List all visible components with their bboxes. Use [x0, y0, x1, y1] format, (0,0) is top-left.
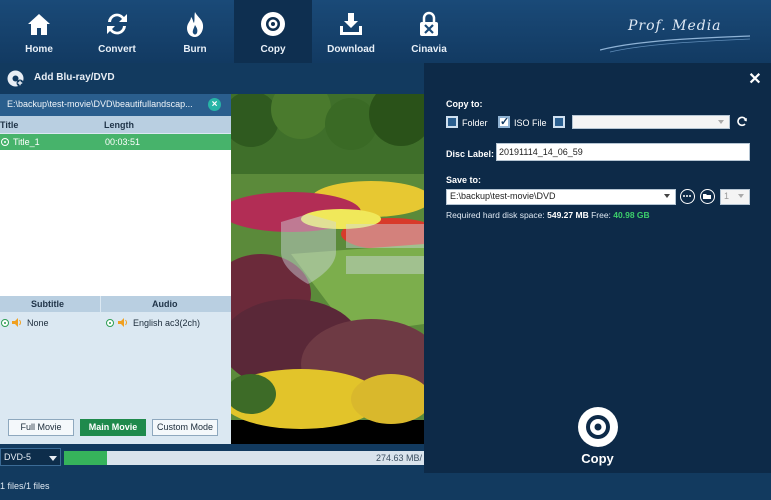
column-title: Title	[0, 120, 19, 130]
files-count: 1 files/1 files	[0, 481, 50, 491]
copies-value: 1	[724, 191, 730, 201]
chevron-down-icon	[664, 194, 670, 198]
nav-home[interactable]: Home	[0, 0, 78, 63]
titles-list-area	[0, 150, 231, 296]
nav-cinavia[interactable]: Cinavia	[390, 0, 468, 63]
audio-header: Audio	[152, 299, 178, 309]
column-divider	[100, 296, 101, 312]
iso-file-checkbox[interactable]	[498, 115, 510, 128]
audio-value: English ac3(2ch)	[133, 318, 201, 328]
top-navigation: Home Convert Burn Copy Download Cinavia …	[0, 0, 771, 63]
output-bar: DVD-5 274.63 MB/	[0, 444, 424, 473]
source-path: E:\backup\test-movie\DVD\beautifullandsc…	[7, 99, 193, 109]
source-path-bar: E:\backup\test-movie\DVD\beautifullandsc…	[0, 94, 231, 116]
brand-text: Prof. Media	[628, 18, 722, 34]
refresh-icon[interactable]	[736, 116, 748, 128]
free-space-value: 40.98 GB	[613, 210, 650, 220]
disk-space-prefix: Required hard disk space:	[446, 210, 548, 220]
speaker-icon	[12, 318, 21, 327]
video-preview	[231, 94, 424, 444]
nav-label: Burn	[183, 44, 207, 55]
iso-file-label: ISO File	[514, 118, 547, 128]
cinavia-icon	[420, 11, 438, 36]
add-disc-icon[interactable]	[7, 70, 24, 87]
free-prefix: Free:	[588, 210, 614, 220]
main-movie-button[interactable]: Main Movie	[80, 419, 146, 436]
radio-selected-icon[interactable]	[1, 138, 9, 146]
nav-label: Cinavia	[411, 44, 447, 55]
disc-capacity-bar: 274.63 MB/	[64, 451, 424, 465]
tracks-header: Subtitle Audio	[0, 296, 231, 312]
copies-select[interactable]: 1	[720, 189, 750, 205]
copy-button[interactable]: Copy	[424, 451, 771, 466]
nav-download[interactable]: Download	[312, 0, 390, 63]
status-bar: 1 files/1 files	[0, 473, 771, 500]
close-icon[interactable]: ✕	[748, 72, 762, 88]
nav-label: Download	[327, 44, 375, 55]
nav-label: Copy	[260, 44, 286, 55]
save-to-label: Save to:	[446, 175, 482, 185]
home-icon	[28, 14, 50, 35]
remove-source-icon[interactable]: ×	[208, 98, 221, 111]
folder-icon	[703, 194, 711, 199]
folder-label: Folder	[462, 118, 488, 128]
disc-label-input[interactable]: 20191114_14_06_59	[496, 143, 750, 161]
copy-settings-dialog: ✕ Copy to: Folder ISO File Disc Label: 2…	[424, 63, 771, 473]
target-disc-select[interactable]	[572, 115, 730, 129]
burn-icon	[187, 12, 204, 37]
save-path-select[interactable]: E:\backup\test-movie\DVD	[446, 189, 676, 205]
add-bluray-dvd-button[interactable]: Add Blu-ray/DVD	[34, 72, 115, 83]
disc-type-select[interactable]: DVD-5	[0, 448, 61, 466]
download-icon	[340, 13, 362, 35]
row-length: 00:03:51	[105, 137, 141, 147]
chevron-down-icon	[718, 120, 724, 124]
title-panel: E:\backup\test-movie\DVD\beautifullandsc…	[0, 94, 231, 444]
radio-selected-icon[interactable]	[1, 319, 9, 327]
chevron-down-icon	[49, 456, 57, 461]
copy-disc-icon	[261, 12, 285, 36]
nav-copy[interactable]: Copy	[234, 0, 312, 63]
titles-table-header: Title Length	[0, 116, 231, 133]
garden-preview-image	[231, 94, 424, 444]
nav-convert[interactable]: Convert	[78, 0, 156, 63]
folder-checkbox[interactable]	[446, 116, 458, 128]
capacity-size: 274.63 MB/	[375, 453, 422, 463]
nav-burn[interactable]: Burn	[156, 0, 234, 63]
copy-disc-icon[interactable]	[576, 405, 620, 449]
disc-type-value: DVD-5	[4, 452, 32, 462]
column-length: Length	[104, 120, 134, 130]
disc-checkbox[interactable]	[553, 116, 565, 128]
disk-space-info: Required hard disk space: 549.27 MB Free…	[446, 210, 650, 220]
open-folder-icon[interactable]	[700, 189, 715, 204]
nav-label: Home	[25, 44, 53, 55]
table-row[interactable]: Title_1 00:03:51	[0, 134, 231, 150]
capacity-fill	[64, 451, 108, 465]
custom-mode-button[interactable]: Custom Mode	[152, 419, 218, 436]
chevron-down-icon	[738, 194, 744, 198]
save-path-value: E:\backup\test-movie\DVD	[450, 191, 556, 201]
subtitle-header: Subtitle	[31, 299, 64, 309]
ellipsis-icon	[683, 195, 691, 197]
speaker-icon	[118, 318, 127, 327]
full-movie-button[interactable]: Full Movie	[8, 419, 74, 436]
subtitle-value: None	[27, 318, 49, 328]
disk-space-value: 549.27 MB	[547, 210, 589, 220]
brand-logo: Prof. Media	[599, 10, 751, 54]
radio-selected-icon[interactable]	[106, 319, 114, 327]
disc-label-label: Disc Label:	[446, 149, 495, 159]
nav-label: Convert	[98, 44, 136, 55]
disc-label-value: 20191114_14_06_59	[499, 147, 583, 157]
convert-icon	[107, 13, 127, 35]
browse-more-icon[interactable]	[680, 189, 695, 204]
copy-to-label: Copy to:	[446, 99, 483, 109]
add-source-bar: Add Blu-ray/DVD	[0, 63, 424, 94]
row-title: Title_1	[13, 137, 40, 147]
